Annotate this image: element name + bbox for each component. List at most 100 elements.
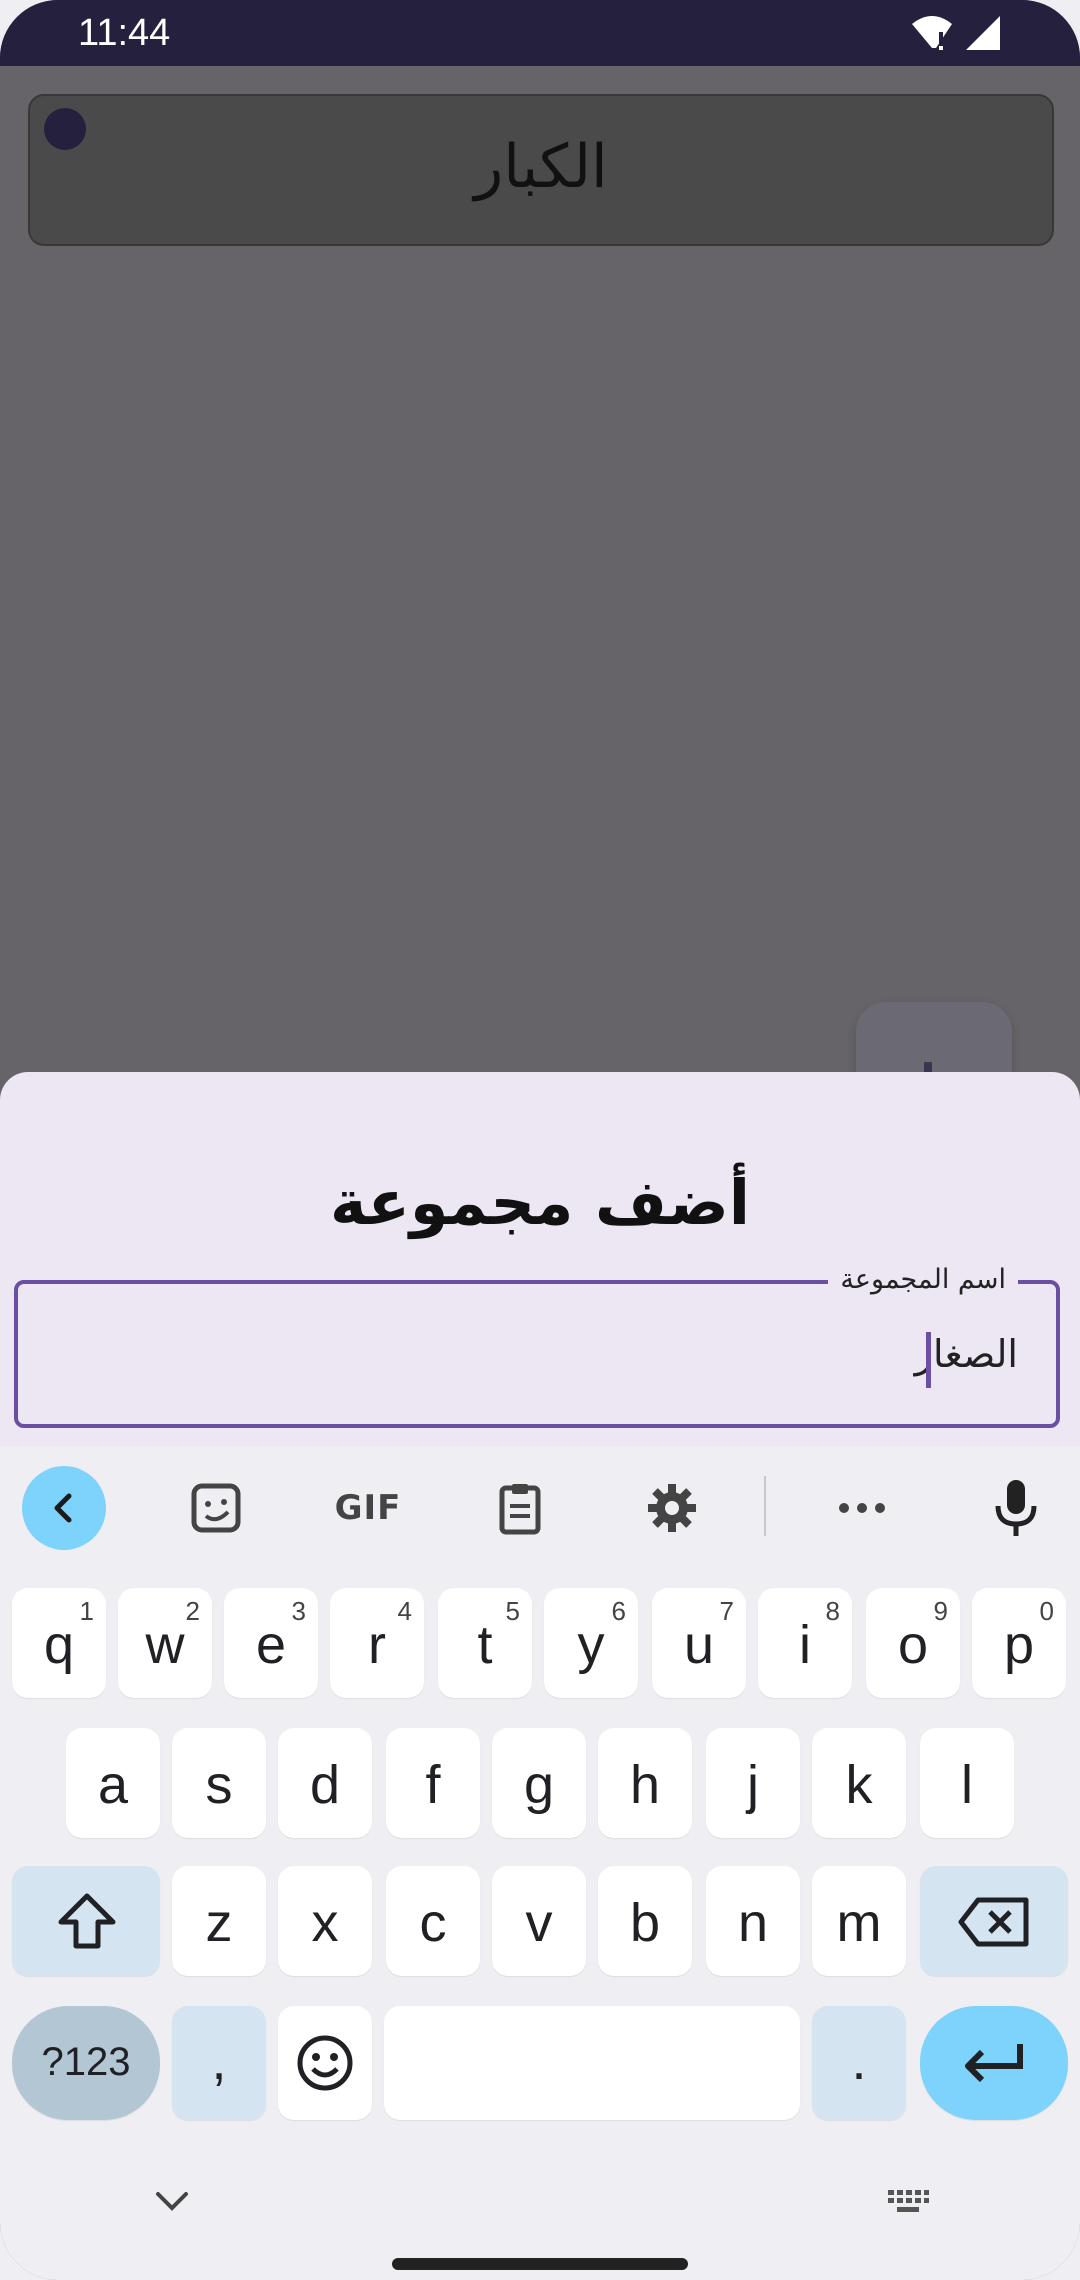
shift-icon (58, 1893, 116, 1949)
key-v-char: v (525, 1893, 553, 1953)
key-v[interactable]: v (492, 1866, 586, 1976)
screen: 11:44 الكبار أضف مجموعة اسم المجموعة الص… (0, 0, 1080, 2280)
key-x[interactable]: x (278, 1866, 372, 1976)
key-p[interactable]: p0 (972, 1588, 1066, 1698)
key-p-hint: 0 (1039, 1596, 1054, 1626)
key-e[interactable]: e3 (224, 1588, 318, 1698)
key-r-hint: 4 (397, 1596, 412, 1626)
key-s-char: s (205, 1755, 233, 1815)
key-y-hint: 6 (611, 1596, 626, 1626)
clipboard-button[interactable] (478, 1466, 562, 1550)
key-i[interactable]: i8 (758, 1588, 852, 1698)
group-name-field[interactable]: اسم المجموعة الصغار (14, 1264, 1060, 1428)
key-b[interactable]: b (598, 1866, 692, 1976)
key-u[interactable]: u7 (652, 1588, 746, 1698)
symbols-key-label: ?123 (41, 2040, 131, 2084)
key-h[interactable]: h (598, 1728, 692, 1838)
key-t[interactable]: t5 (438, 1588, 532, 1698)
key-b-char: b (629, 1893, 661, 1953)
key-q-hint: 1 (79, 1596, 94, 1626)
key-a[interactable]: a (66, 1728, 160, 1838)
status-bar: 11:44 (0, 0, 1080, 66)
text-caret (926, 1332, 931, 1388)
key-z-char: z (205, 1893, 233, 1953)
wifi-alert-icon (912, 16, 952, 50)
home-indicator[interactable] (392, 2258, 688, 2270)
signal-icon (966, 16, 1000, 50)
period-key[interactable]: . (812, 2006, 906, 2120)
status-icons (912, 16, 1000, 50)
gif-button[interactable]: GIF (326, 1466, 410, 1550)
hide-keyboard-icon[interactable] (154, 2190, 190, 2212)
chevron-left-icon (54, 1493, 72, 1523)
key-z[interactable]: z (172, 1866, 266, 1976)
emoji-icon (297, 2035, 353, 2091)
key-e-hint: 3 (291, 1596, 306, 1626)
key-f[interactable]: f (386, 1728, 480, 1838)
gif-label: GIF (334, 1488, 402, 1528)
period-key-label: . (851, 2031, 867, 2091)
key-k[interactable]: k (812, 1728, 906, 1838)
key-i-hint: 8 (825, 1596, 840, 1626)
key-n[interactable]: n (706, 1866, 800, 1976)
key-d[interactable]: d (278, 1728, 372, 1838)
gear-icon (648, 1484, 696, 1532)
keyboard-switch-icon[interactable] (886, 2188, 930, 2216)
more-horizontal-icon (839, 1503, 885, 1513)
key-o-hint: 9 (933, 1596, 948, 1626)
key-n-char: n (737, 1893, 769, 1953)
key-g[interactable]: g (492, 1728, 586, 1838)
key-u-hint: 7 (719, 1596, 734, 1626)
key-f-char: f (425, 1755, 441, 1815)
sticker-icon (191, 1483, 241, 1533)
key-w-hint: 2 (185, 1596, 200, 1626)
keyboard: GIF q1 w2 e3 r4 t5 y6 u7 i8 o9 p0 a s d … (0, 1446, 1080, 2280)
key-r[interactable]: r4 (330, 1588, 424, 1698)
backspace-key[interactable] (920, 1866, 1068, 1976)
keyboard-toolbar: GIF (0, 1446, 1080, 1566)
more-button[interactable] (820, 1466, 904, 1550)
microphone-icon (995, 1480, 1037, 1536)
key-m[interactable]: m (812, 1866, 906, 1976)
backspace-icon (958, 1897, 1029, 1947)
toolbar-divider (764, 1476, 766, 1536)
settings-button[interactable] (630, 1466, 714, 1550)
key-g-char: g (523, 1755, 555, 1815)
group-name: الكبار (474, 132, 608, 202)
enter-key[interactable] (920, 2006, 1068, 2120)
key-a-char: a (97, 1755, 129, 1815)
key-s[interactable]: s (172, 1728, 266, 1838)
key-l[interactable]: l (920, 1728, 1014, 1838)
key-w[interactable]: w2 (118, 1588, 212, 1698)
key-d-char: d (309, 1755, 341, 1815)
key-t-hint: 5 (505, 1596, 520, 1626)
key-o[interactable]: o9 (866, 1588, 960, 1698)
key-j[interactable]: j (706, 1728, 800, 1838)
key-x-char: x (311, 1893, 339, 1953)
keyboard-back-button[interactable] (22, 1466, 106, 1550)
comma-key[interactable]: , (172, 2006, 266, 2120)
key-k-char: k (845, 1755, 873, 1815)
key-l-char: l (961, 1755, 973, 1815)
sticker-button[interactable] (174, 1466, 258, 1550)
clipboard-icon (499, 1484, 541, 1535)
comma-key-label: , (211, 2031, 227, 2091)
key-m-char: m (836, 1893, 882, 1953)
status-time: 11:44 (78, 12, 171, 54)
group-list-item[interactable]: الكبار (28, 94, 1054, 246)
emoji-key[interactable] (278, 2006, 372, 2120)
key-q[interactable]: q1 (12, 1588, 106, 1698)
key-c[interactable]: c (386, 1866, 480, 1976)
enter-icon (965, 2044, 1023, 2083)
sheet-title: أضف مجموعة (329, 1166, 751, 1239)
key-y[interactable]: y6 (544, 1588, 638, 1698)
group-name-field-label: اسم المجموعة (828, 1264, 1018, 1295)
key-h-char: h (629, 1755, 661, 1815)
key-c-char: c (419, 1893, 447, 1953)
add-group-sheet: أضف مجموعة اسم المجموعة الصغار (0, 1072, 1080, 1452)
shift-key[interactable] (12, 1866, 160, 1976)
space-key[interactable] (384, 2006, 800, 2120)
voice-input-button[interactable] (974, 1466, 1058, 1550)
symbols-key[interactable]: ?123 (12, 2006, 160, 2120)
key-j-char: j (747, 1755, 759, 1815)
